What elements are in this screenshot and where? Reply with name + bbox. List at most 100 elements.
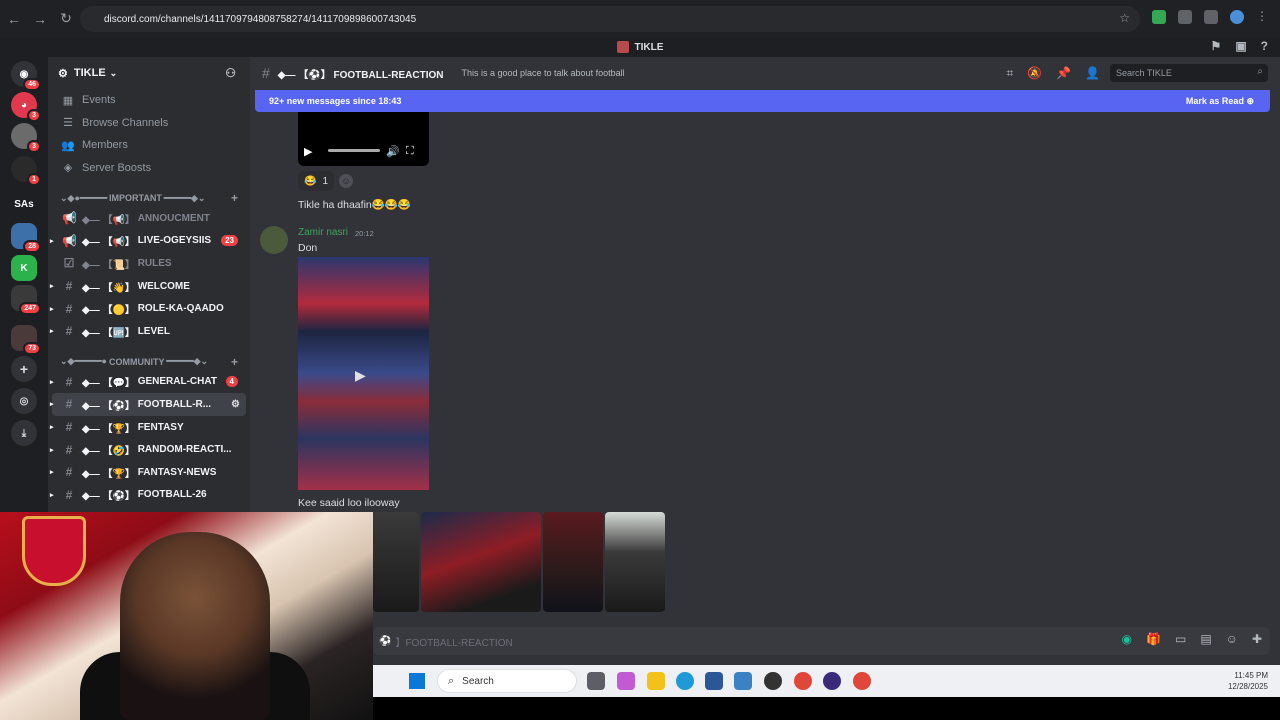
channel-level[interactable]: ▸ # ◆— 【🆙】 LEVEL [50, 320, 246, 343]
category-community[interactable]: ⌄◆━━━━━● COMMUNITY ━━━━━◆⌄ + [48, 353, 250, 371]
avatar[interactable] [260, 226, 288, 254]
category-important[interactable]: ⌄◆●━━━━━ IMPORTANT ━━━━━◆⌄ + [48, 189, 250, 207]
direct-messages-icon[interactable]: ◉ 46 [11, 61, 41, 91]
file-explorer-icon[interactable] [647, 672, 665, 690]
video-attachment[interactable]: ▶ 🔊 ⛶ [298, 112, 429, 166]
channel-football-reaction[interactable]: ▸ # ◆— 【⚽】 FOOTBALL-R... ⚙ [50, 393, 246, 416]
fullscreen-icon[interactable]: ⛶ [406, 145, 414, 158]
add-server-icon[interactable]: + [11, 356, 37, 382]
menu-events[interactable]: ▦ Events [48, 89, 250, 112]
image-thumbnail[interactable] [543, 512, 603, 612]
bookmark-star-icon[interactable]: ☆ [1119, 11, 1130, 25]
chrome-profile-icon[interactable] [853, 672, 871, 690]
profile-avatar-icon[interactable] [1230, 10, 1244, 24]
pin-icon[interactable]: 📌 [1056, 66, 1071, 81]
back-icon[interactable]: ← [2, 7, 26, 31]
menu-members[interactable]: 👥 Members [48, 134, 250, 157]
reaction-pill[interactable]: 😂 1 [298, 171, 335, 191]
menu-label: Members [82, 139, 128, 152]
download-icon[interactable]: ⤓ [11, 420, 37, 446]
channel-prefix: ◆— 【🏆】 [82, 468, 135, 480]
taskbar-search[interactable]: ⌕ Search [437, 669, 577, 693]
search-input[interactable]: Search TIKLE ⌕ [1110, 64, 1268, 82]
play-icon[interactable]: ▶ [355, 367, 366, 384]
windows-start-icon[interactable] [409, 673, 425, 689]
edge-browser-icon[interactable] [676, 672, 694, 690]
server-icon-3[interactable]: 1 [11, 156, 41, 186]
emoji-icon[interactable]: ☺ [1226, 632, 1238, 646]
chrome-icon[interactable] [794, 672, 812, 690]
forward-icon[interactable]: → [28, 7, 52, 31]
threads-icon[interactable]: ⌗ [1006, 66, 1013, 81]
help-icon[interactable]: ? [1261, 39, 1268, 53]
invite-people-icon[interactable]: ⚇ [225, 66, 236, 80]
notification-bell-icon[interactable]: 🔕 [1027, 66, 1042, 81]
gift-icon[interactable]: 🎁 [1146, 632, 1161, 646]
flag-icon[interactable]: ⚑ [1211, 39, 1222, 53]
image-thumbnail[interactable] [373, 512, 419, 612]
new-messages-bar[interactable]: 92+ new messages since 18:43 Mark as Rea… [255, 90, 1270, 112]
media-control-icon[interactable] [1204, 10, 1218, 24]
add-channel-icon[interactable]: + [231, 355, 238, 369]
channel-random-reaction[interactable]: ▸ # ◆— 【🤣】 RANDOM-REACTI... [50, 438, 246, 461]
message-author[interactable]: Zamir nasri [298, 227, 348, 238]
discover-icon[interactable]: ◎ [11, 388, 37, 414]
mark-as-read-button[interactable]: Mark as Read ⊕ [1186, 96, 1254, 107]
unread-indicator: ▸ [50, 491, 54, 499]
channel-football-26[interactable]: ▸ # ◆— 【⚽】 FOOTBALL-26 [50, 484, 246, 507]
message-list[interactable]: 92+ new messages since 18:43 Mark as Rea… [250, 89, 1280, 512]
unread-indicator: ▸ [50, 328, 54, 336]
menu-browse-channels[interactable]: ☰ Browse Channels [48, 112, 250, 135]
task-view-icon[interactable] [587, 672, 605, 690]
sticker-icon[interactable]: ▤ [1200, 632, 1211, 646]
extension-shield-icon[interactable] [1152, 10, 1166, 24]
server-icon-1[interactable]: ◕ 3 [11, 92, 41, 122]
mail-icon[interactable] [734, 672, 752, 690]
server-icon-4[interactable]: 28 [11, 223, 41, 253]
system-clock[interactable]: 11:45 PM 12/28/2025 [1228, 670, 1268, 692]
address-bar[interactable]: discord.com/channels/1411709794808758274… [80, 6, 1140, 32]
server-icon-2[interactable]: 3 [11, 123, 41, 153]
image-thumbnail[interactable] [605, 512, 665, 612]
channel-fantasy-news[interactable]: ▸ # ◆— 【🏆】 FANTASY-NEWS [50, 461, 246, 484]
grammarly-icon[interactable]: ◉ [1122, 632, 1132, 646]
server-folder-icon[interactable]: 247 [11, 285, 41, 315]
channel-fentasy[interactable]: ▸ # ◆— 【🏆】 FENTASY [50, 416, 246, 439]
image-thumbnail[interactable] [421, 512, 541, 612]
store-icon[interactable] [705, 672, 723, 690]
menu-server-boosts[interactable]: ◈ Server Boosts [48, 157, 250, 180]
video-attachment[interactable]: ▶ [298, 257, 429, 490]
browser-menu-icon[interactable]: ⋮ [1256, 10, 1270, 24]
channel-welcome[interactable]: ▸ # ◆— 【👋】 WELCOME [50, 275, 246, 298]
server-text-sas[interactable]: SAs [11, 191, 37, 217]
channel-topic[interactable]: This is a good place to talk about footb… [461, 68, 624, 78]
guild-header[interactable]: ⚙ TIKLE ⌄ ⚇ [48, 57, 250, 89]
apps-icon[interactable]: ✚ [1252, 632, 1262, 646]
member-list-icon[interactable]: 👤 [1085, 66, 1100, 81]
add-reaction-icon[interactable]: ☺ [339, 174, 353, 188]
inbox-icon[interactable]: ▣ [1235, 39, 1246, 53]
volume-icon[interactable]: 🔊 [386, 145, 400, 158]
channel-settings-gear-icon[interactable]: ⚙ [231, 399, 240, 410]
add-channel-icon[interactable]: + [231, 191, 238, 205]
channel-live-ogeysiis[interactable]: ▸ 📢 ◆— 【📢】 LIVE-OGEYSIIS 23 [50, 230, 246, 253]
image-attachment-strip[interactable] [373, 512, 1280, 623]
channel-rules[interactable]: ☑ ◆— 【📜】 RULES [52, 252, 246, 275]
message-text: Don [298, 242, 318, 254]
play-icon[interactable]: ▶ [304, 145, 312, 158]
channel-annoucment[interactable]: 📢 ◆— 【📢】 ANNOUCMENT [52, 207, 246, 230]
category-prefix: ⌄◆●━━━━━ [60, 192, 107, 203]
app-icon[interactable] [764, 672, 782, 690]
gif-icon[interactable]: ▭ [1175, 632, 1186, 646]
channel-prefix: ◆— 【🆙】 [82, 327, 135, 339]
copilot-icon[interactable] [617, 672, 635, 690]
kick-server-icon[interactable]: K [11, 255, 37, 281]
video-progress-bar[interactable] [328, 149, 380, 152]
extensions-puzzle-icon[interactable] [1178, 10, 1192, 24]
channel-general-chat[interactable]: ▸ # ◆— 【💬】 GENERAL-CHAT 4 [50, 371, 246, 394]
obs-icon[interactable] [823, 672, 841, 690]
server-icon-5[interactable]: 73 [11, 325, 41, 355]
reload-icon[interactable]: ↻ [54, 7, 78, 31]
channel-role-ka-qaado[interactable]: ▸ # ◆— 【🟡】 ROLE-KA-QAADO [50, 297, 246, 320]
server-badge: 28 [23, 240, 41, 253]
